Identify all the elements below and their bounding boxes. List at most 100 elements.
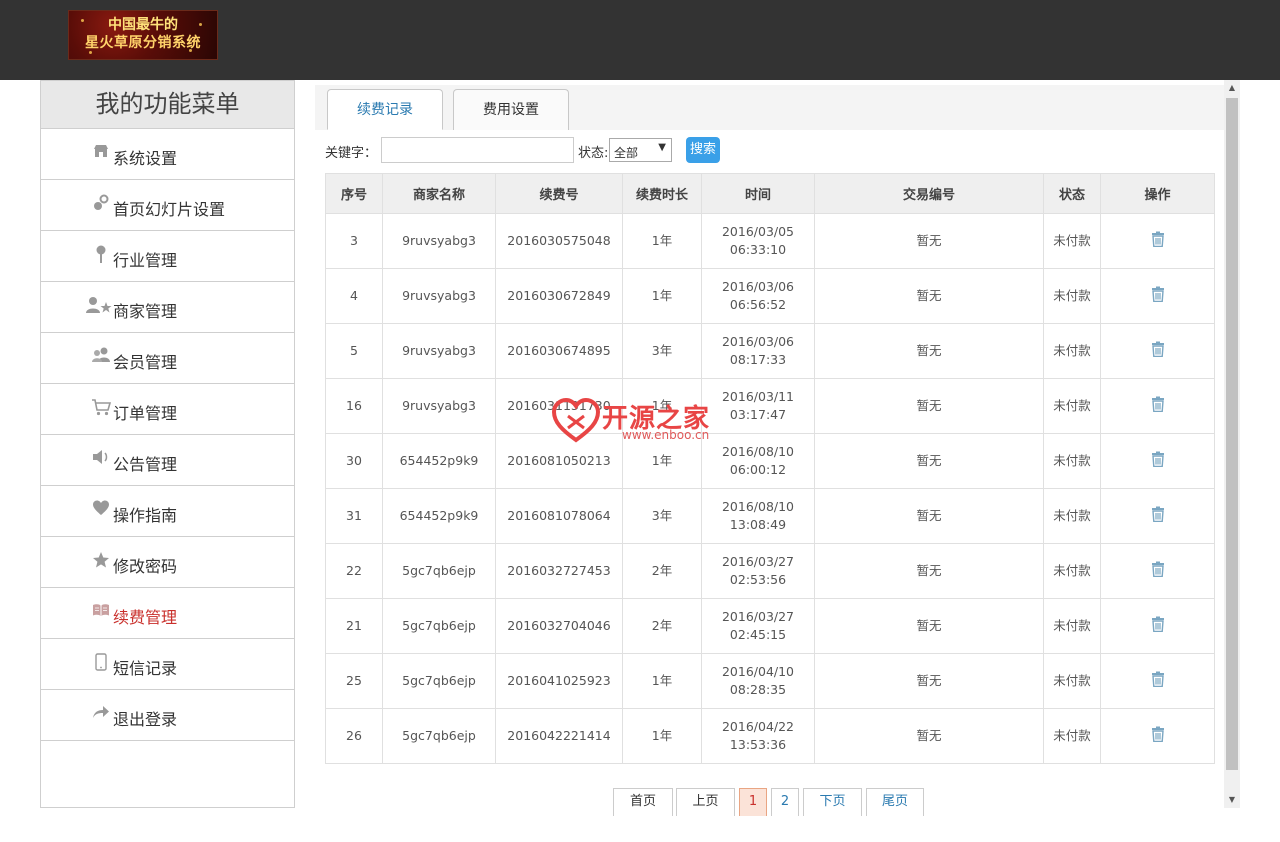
sidebar-item-11[interactable]: 短信记录 (41, 639, 294, 690)
pager-prev-button[interactable]: 上页 (676, 788, 735, 816)
tab-renewal-records[interactable]: 续费记录 (327, 89, 443, 130)
cell-clock: 02:45:15 (729, 627, 787, 642)
table-header-row: 序号 商家名称 续费号 续费时长 时间 交易编号 状态 操作 (325, 173, 1215, 214)
trash-icon[interactable] (1150, 341, 1166, 357)
cell-status: 未付款 (1043, 543, 1101, 599)
trash-icon[interactable] (1150, 726, 1166, 742)
pager-last-button[interactable]: 尾页 (866, 788, 924, 816)
cell-time: 2016/03/05 06:33:10 (701, 213, 815, 269)
brand-logo[interactable]: 中国最牛的 星火草原分销系统 (68, 10, 218, 60)
cell-renewal-number: 2016030674895 (495, 323, 623, 379)
table-row: 4 9ruvsyabg3 2016030672849 1年 2016/03/06 06:5… (325, 268, 1215, 324)
cell-time: 2016/03/27 02:45:15 (701, 598, 815, 654)
sidebar-menu: 我的功能菜单 系统设置 首页幻灯片设置 行业管理 商家管理 会员管理 订单管理 公告管理 操作… (40, 80, 295, 808)
pin-icon (91, 245, 111, 265)
sidebar-item-label: 续费管理 (113, 608, 178, 627)
sidebar-item-2[interactable]: 首页幻灯片设置 (41, 180, 294, 231)
cell-status: 未付款 (1043, 708, 1101, 764)
cell-index: 22 (325, 543, 383, 599)
tab-bar: 续费记录 费用设置 (315, 85, 1225, 130)
scroll-up-arrow-icon[interactable]: ▲ (1224, 80, 1240, 96)
cell-clock: 02:53:56 (729, 572, 787, 587)
cell-index: 21 (325, 598, 383, 654)
cart-icon (91, 398, 112, 418)
cell-merchant-name: 5gc7qb6ejp (382, 598, 496, 654)
cell-time: 2016/04/10 08:28:35 (701, 653, 815, 709)
sidebar-item-label: 首页幻灯片设置 (113, 200, 226, 219)
sidebar-item-label: 行业管理 (113, 251, 178, 270)
cell-time: 2016/03/11 03:17:47 (701, 378, 815, 434)
cell-actions (1100, 433, 1215, 489)
cell-transaction-id: 暂无 (814, 213, 1044, 269)
trash-icon[interactable] (1150, 561, 1166, 577)
column-header: 续费时长 (622, 173, 702, 214)
sidebar-item-6[interactable]: 订单管理 (41, 384, 294, 435)
scroll-down-arrow-icon[interactable]: ▼ (1224, 792, 1240, 808)
sidebar-item-label: 公告管理 (113, 455, 178, 474)
cell-actions (1100, 708, 1215, 764)
cell-index: 25 (325, 653, 383, 709)
trash-icon[interactable] (1150, 671, 1166, 687)
store-icon (91, 143, 111, 163)
sidebar-item-4[interactable]: 商家管理 (41, 282, 294, 333)
cell-actions (1100, 378, 1215, 434)
sidebar-item-10[interactable]: 续费管理 (41, 588, 294, 639)
search-button[interactable]: 搜索 (686, 137, 720, 163)
cell-clock: 13:53:36 (729, 737, 787, 752)
cell-merchant-name: 9ruvsyabg3 (382, 323, 496, 379)
cell-duration: 1年 (622, 433, 702, 489)
cell-transaction-id: 暂无 (814, 708, 1044, 764)
column-header: 操作 (1100, 173, 1215, 214)
cell-duration: 1年 (622, 268, 702, 324)
cell-duration: 1年 (622, 213, 702, 269)
sidebar-item-9[interactable]: 修改密码 (41, 537, 294, 588)
sidebar-item-7[interactable]: 公告管理 (41, 435, 294, 486)
pager-first-button[interactable]: 首页 (613, 788, 673, 816)
trash-icon[interactable] (1150, 616, 1166, 632)
column-header: 交易编号 (814, 173, 1044, 214)
pager-page-2[interactable]: 2 (771, 788, 799, 816)
status-label: 状态: (578, 146, 609, 161)
page-scrollbar[interactable]: ▲ ▼ (1224, 80, 1240, 808)
cell-date: 2016/08/10 (721, 499, 795, 514)
cell-actions (1100, 268, 1215, 324)
phone-icon (91, 653, 111, 673)
cell-status: 未付款 (1043, 268, 1101, 324)
cell-status: 未付款 (1043, 598, 1101, 654)
cell-date: 2016/03/05 (721, 224, 795, 239)
trash-icon[interactable] (1150, 231, 1166, 247)
menu-list: 系统设置首页幻灯片设置 行业管理商家管理 会员管理 订单管理公告管理操作指南 修改密码续… (41, 129, 294, 741)
users-icon (91, 347, 111, 367)
cell-duration: 2年 (622, 598, 702, 654)
column-header: 时间 (701, 173, 815, 214)
sidebar-item-3[interactable]: 行业管理 (41, 231, 294, 282)
cell-transaction-id: 暂无 (814, 653, 1044, 709)
sidebar-item-8[interactable]: 操作指南 (41, 486, 294, 537)
cell-date: 2016/04/10 (721, 664, 795, 679)
sidebar-item-12[interactable]: 退出登录 (41, 690, 294, 741)
cell-clock: 03:17:47 (729, 407, 787, 422)
column-header: 序号 (325, 173, 383, 214)
chevron-down-icon: ▼ (658, 142, 666, 153)
cell-index: 4 (325, 268, 383, 324)
cell-date: 2016/03/27 (721, 554, 795, 569)
table-row: 25 5gc7qb6ejp 2016041025923 1年 2016/04/10 08:… (325, 653, 1215, 709)
pager-page-1[interactable]: 1 (739, 788, 767, 816)
cell-renewal-number: 2016081078064 (495, 488, 623, 544)
slideshow-icon (91, 194, 111, 214)
status-select[interactable]: 全部 ▼ (609, 138, 672, 162)
trash-icon[interactable] (1150, 396, 1166, 412)
scroll-thumb[interactable] (1226, 98, 1238, 770)
cell-time: 2016/04/22 13:53:36 (701, 708, 815, 764)
sidebar-item-1[interactable]: 系统设置 (41, 129, 294, 180)
trash-icon[interactable] (1150, 451, 1166, 467)
sidebar-item-5[interactable]: 会员管理 (41, 333, 294, 384)
trash-icon[interactable] (1150, 506, 1166, 522)
tab-fee-settings[interactable]: 费用设置 (453, 89, 569, 130)
keyword-input[interactable] (381, 137, 574, 163)
cell-duration: 3年 (622, 488, 702, 544)
cell-duration: 3年 (622, 323, 702, 379)
trash-icon[interactable] (1150, 286, 1166, 302)
cell-merchant-name: 5gc7qb6ejp (382, 543, 496, 599)
pager-next-button[interactable]: 下页 (803, 788, 862, 816)
